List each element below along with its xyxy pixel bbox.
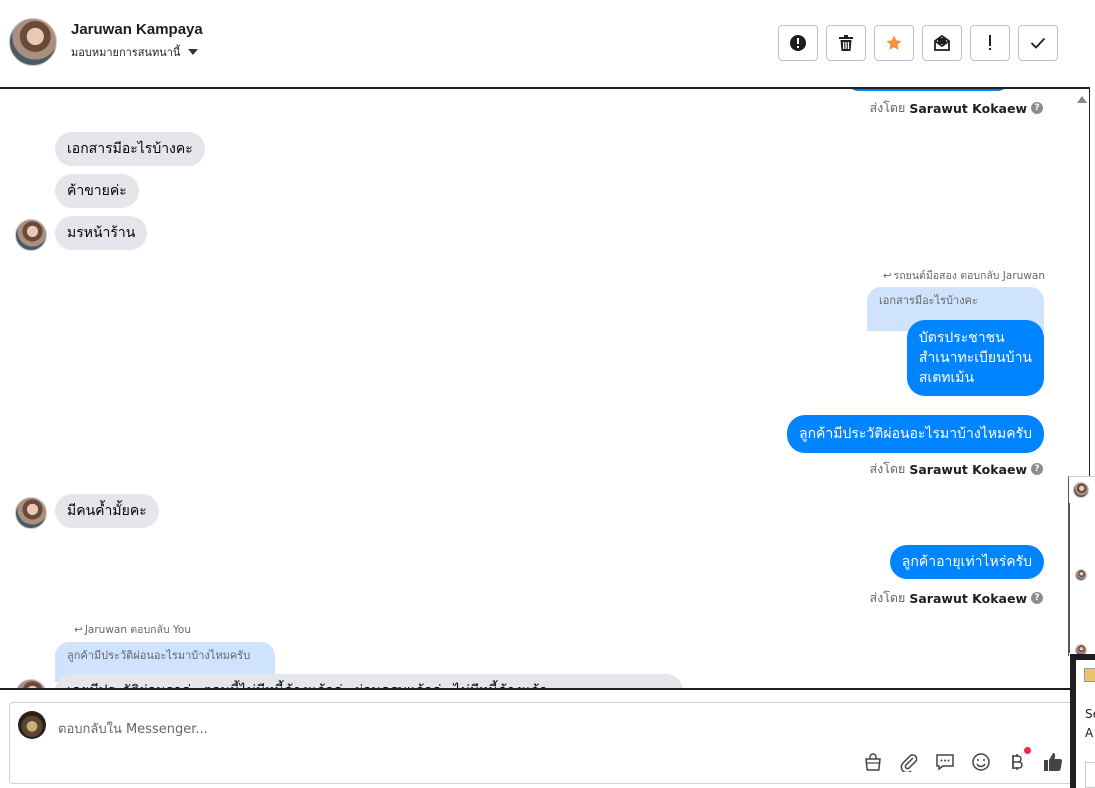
sent-by-label: ส่งโดย Sarawut Kokaew ?: [869, 459, 1043, 479]
contact-name[interactable]: Jaruwan Kampaya: [71, 21, 203, 38]
incoming-message[interactable]: ค้าขายค่ะ: [55, 174, 139, 208]
side-popup-text: Se: [1085, 707, 1095, 721]
envelope-icon: [934, 34, 950, 51]
outgoing-message[interactable]: บัตรประชาชน สำเนาทะเบียนบ้าน สเตทเม้น: [906, 320, 1044, 396]
saved-reply-icon[interactable]: [934, 751, 956, 773]
contact-avatar-small[interactable]: [15, 497, 47, 529]
help-icon[interactable]: ?: [1031, 592, 1043, 604]
sent-by-label: ส่งโดย Sarawut Kokaew ?: [869, 98, 1043, 118]
app-logo-icon: [1084, 668, 1095, 682]
chat-avatar-icon: [1075, 569, 1087, 581]
sent-by-name: Sarawut Kokaew: [909, 590, 1027, 606]
chat-avatar-icon: [1073, 482, 1089, 498]
sent-by-prefix: ส่งโดย: [869, 100, 906, 115]
reply-arrow-icon: ↩: [882, 269, 892, 282]
emoji-icon[interactable]: [970, 751, 992, 773]
sent-by-name: Sarawut Kokaew: [909, 100, 1027, 116]
incoming-message[interactable]: มีคนค้ำมั้ยคะ: [55, 494, 159, 528]
side-popup-text: A: [1085, 726, 1094, 740]
assign-conversation-dropdown[interactable]: มอบหมายการสนทนานี้: [71, 43, 199, 61]
reply-arrow-icon: ↩: [74, 623, 83, 636]
mark-unread-button[interactable]: [922, 25, 962, 61]
page-avatar: [18, 711, 46, 739]
alert-circle-icon: [790, 35, 806, 51]
scroll-up-arrow-icon[interactable]: [1077, 96, 1087, 103]
shopping-bag-icon[interactable]: [862, 751, 884, 773]
contact-avatar-small[interactable]: [15, 219, 47, 251]
reply-context-text: รถยนต์มือสอง ตอบกลับ Jaruwan: [893, 270, 1045, 282]
notification-dot: [1024, 747, 1031, 754]
sent-by-prefix: ส่งโดย: [869, 590, 906, 605]
help-icon[interactable]: ?: [1031, 463, 1043, 475]
incoming-message[interactable]: เคยมีประวัติผ่อนรถค่ะ ตอนนี้ไม่มีหนี้ค้า…: [55, 674, 683, 688]
message-line: สเตทเม้น: [918, 370, 975, 386]
contact-avatar[interactable]: [9, 18, 57, 66]
sent-by-label: ส่งโดย Sarawut Kokaew ?: [869, 588, 1043, 608]
reply-composer[interactable]: ตอบกลับใน Messenger...: [9, 702, 1079, 784]
conversation-header: Jaruwan Kampaya มอบหมายการสนทนานี้: [0, 0, 1090, 88]
incoming-message[interactable]: มรหน้าร้าน: [55, 216, 148, 250]
message-thread[interactable]: ส่งโดย Sarawut Kokaew ? เอกสารมีอะไรบ้าง…: [0, 87, 1090, 690]
sent-by-prefix: ส่งโดย: [869, 461, 906, 476]
assign-label: มอบหมายการสนทนานี้: [71, 46, 181, 59]
paperclip-icon[interactable]: [898, 751, 920, 773]
message-bubble-partial: [848, 89, 1008, 91]
reply-input[interactable]: ตอบกลับใน Messenger...: [58, 718, 208, 739]
message-line: บัตรประชาชน: [918, 330, 1005, 346]
message-line: สำเนาทะเบียนบ้าน: [918, 350, 1032, 366]
reply-context-label: ↩ Jaruwan ตอบกลับ You: [74, 621, 191, 638]
exclamation-icon: [989, 35, 991, 50]
reply-context-label: ↩ รถยนต์มือสอง ตอบกลับ Jaruwan: [883, 267, 1045, 284]
reply-context-text: Jaruwan ตอบกลับ You: [84, 624, 192, 636]
delete-button[interactable]: [826, 25, 866, 61]
conversation-toolbar: [778, 25, 1058, 61]
sent-by-name: Sarawut Kokaew: [909, 461, 1027, 477]
thumbs-up-icon[interactable]: [1042, 751, 1064, 773]
inbox-window: Jaruwan Kampaya มอบหมายการสนทนานี้ ส่งโด…: [0, 0, 1095, 788]
star-icon: [886, 35, 902, 50]
outgoing-message[interactable]: ลูกค้าอายุเท่าไหร่ครับ: [889, 545, 1044, 579]
composer-toolbar: [862, 747, 1064, 773]
mark-spam-button[interactable]: [778, 25, 818, 61]
star-button[interactable]: [874, 25, 914, 61]
divider: [1069, 503, 1070, 653]
contact-avatar-small[interactable]: [15, 679, 47, 688]
caret-down-icon: [188, 49, 199, 55]
outgoing-message[interactable]: ลูกค้ามีประวัติผ่อนอะไรมาบ้างไหมครับ: [786, 415, 1044, 453]
side-popup-button[interactable]: [1085, 762, 1095, 788]
side-chat-preview[interactable]: [1068, 476, 1095, 656]
check-icon: [1030, 37, 1046, 49]
trash-icon: [839, 35, 853, 51]
incoming-message[interactable]: เอกสารมีอะไรบ้างคะ: [55, 132, 205, 166]
mark-done-button[interactable]: [1018, 25, 1058, 61]
help-icon[interactable]: ?: [1031, 102, 1043, 114]
baht-payment-icon[interactable]: [1006, 747, 1031, 773]
mark-important-button[interactable]: [970, 25, 1010, 61]
